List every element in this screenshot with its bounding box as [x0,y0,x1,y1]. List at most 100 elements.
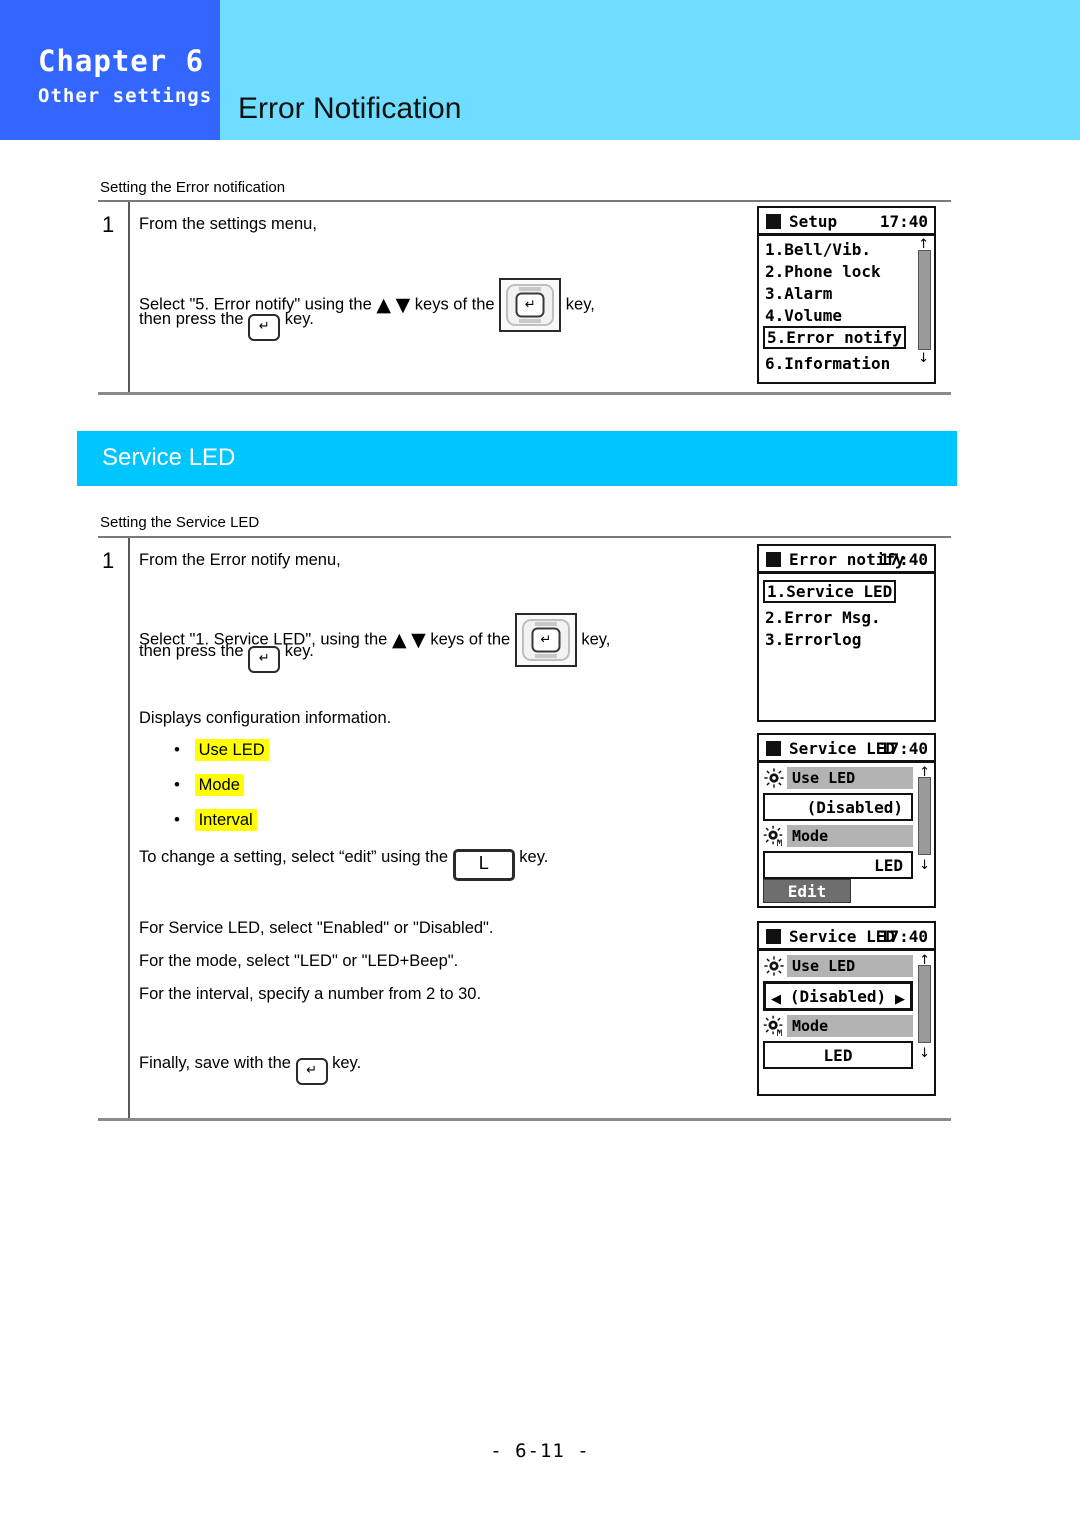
enter-key-icon: ↵ [248,314,281,341]
section2-line3: then press the ↵ key. [139,640,314,673]
chapter-title: Chapter 6 [38,44,205,78]
section2-line6: For Service LED, select "Enabled" or "Di… [139,919,494,937]
lcd-service-led-view-row0-label: Use LED [787,767,913,789]
lcd-status-square-icon [766,552,781,567]
section1-line3: then press the ↵ key. [139,308,314,341]
bullet-dot-icon: • [174,810,180,829]
svg-text:M: M [777,1028,783,1037]
section2-bottom-rule [98,1118,951,1121]
lcd-error-notify-item-2[interactable]: 3.Errorlog [765,630,861,649]
lcd-service-led-view-clock: 17:40 [879,739,928,758]
lcd-setup-scroll-down-icon[interactable]: ↓ [918,352,929,365]
lcd-setup-item-1[interactable]: 2.Phone lock [765,262,881,281]
lcd-service-led-edit-row1-value[interactable]: LED [763,1041,913,1069]
arrow-up-icon: ▲ [391,629,407,652]
nav-key-center-enter-icon: ↵ [531,627,561,653]
section2-line9-text-a: Finally, save with the [139,1054,291,1072]
section1-top-rule [98,200,951,202]
enter-key-icon: ↵ [295,1058,328,1085]
navigation-key-icon: ↵ [499,278,562,332]
lcd-setup-scrollbar[interactable] [918,250,931,350]
led-sun-mode-icon: M [763,1015,783,1037]
bullet-label: Interval [194,809,257,831]
lcd-error-notify-clock: 17:40 [879,550,928,569]
section2-line2-text-b: keys of the [430,630,511,649]
lcd-service-led-view-row1-label: Mode [787,825,913,847]
lcd-error-notify-titlebar: Error notify 17:40 [759,546,934,574]
arrow-up-icon: ▲ [376,294,391,317]
lcd-service-led-edit-titlebar: Service LED 17:40 [759,923,934,951]
section2-step-divider [128,538,130,1118]
page-title: Error Notification [238,92,462,125]
lcd-service-led-edit-scroll-down-icon[interactable]: ↓ [919,1047,930,1060]
lcd-error-notify-item-1[interactable]: 2.Error Msg. [765,608,881,627]
lcd-service-led-view-row1-value[interactable]: LED [763,851,913,879]
section1-step-divider [128,202,130,392]
lcd-error-notify-item-0-selected[interactable]: 1.Service LED [763,580,897,603]
lcd-setup-item-5[interactable]: 6.Information [765,354,890,373]
lcd-setup-title: Setup [789,212,838,231]
section2-caption: Setting the Service LED [100,514,260,531]
section1-line3-text-b: key. [284,310,314,328]
lcd-service-led-view-titlebar: Service LED 17:40 [759,735,934,763]
navigation-key-icon: ↵ [514,613,577,667]
lcd-service-led-edit-row1-label: Mode [787,1015,913,1037]
section2-line8: For the interval, specify a number from … [139,985,482,1003]
bullet-item-use-led: • Use LED [174,739,269,761]
lcd-status-square-icon [766,929,781,944]
led-sun-mode-icon: M [763,825,783,847]
nav-key-pad-top [534,622,557,626]
section2-line5-text-a: To change a setting, select “edit” using… [139,848,449,866]
section1-bottom-rule [98,392,951,395]
section1-line3-text-a: then press the [139,310,244,328]
section2-line2-text-c: key, [581,630,611,649]
section1-caption: Setting the Error notification [100,179,286,196]
section2-line4: Displays configuration information. [139,709,392,727]
lcd-service-led-edit-row0-label: Use LED [787,955,913,977]
service-led-banner: Service LED [77,431,957,486]
chapter-block: Chapter 6 Other settings [0,0,220,140]
lcd-screen-setup: Setup 17:40 1.Bell/Vib. 2.Phone lock 3.A… [757,206,936,384]
lcd-service-led-edit-row0-value[interactable]: ◀ (Disabled) ▶ [763,981,913,1011]
led-sun-icon [764,768,784,788]
page-header: Chapter 6 Other settings Error Notificat… [0,0,1080,140]
page-footer: - 6-11 - [490,1440,590,1462]
section2-line9: Finally, save with the ↵ key. [139,1052,361,1085]
arrow-down-icon: ▼ [411,629,426,652]
lcd-service-led-edit-scrollbar[interactable] [918,965,931,1043]
section2-line3-text-a: then press the [139,642,244,660]
arrow-down-icon: ▼ [395,294,411,317]
lcd-setup-item-4-selected[interactable]: 5.Error notify [763,326,906,349]
section2-line5: To change a setting, select “edit” using… [139,846,548,881]
section2-line5-text-b: key. [519,848,549,866]
value-right-arrow-icon[interactable]: ▶ [895,993,905,1006]
bullet-label: Use LED [194,739,269,761]
section1-line2-text-c: key, [565,295,595,314]
bullet-item-mode: • Mode [174,774,244,796]
bullet-dot-icon: • [174,740,180,759]
section2-line3-text-b: key. [284,642,314,660]
section2-line9-text-b: key. [332,1054,362,1072]
lcd-setup-clock: 17:40 [879,212,928,231]
lcd-setup-item-0[interactable]: 1.Bell/Vib. [765,240,871,259]
lcd-service-led-view-scroll-down-icon[interactable]: ↓ [919,859,930,872]
lcd-setup-item-3[interactable]: 4.Volume [765,306,842,325]
lcd-status-square-icon [766,214,781,229]
section2-top-rule [98,536,951,538]
nav-key-pad-bottom [534,654,557,658]
lcd-service-led-edit-row0-value-text: (Disabled) [789,987,887,1006]
led-sun-icon [764,956,784,976]
soft-key-l-icon: L [452,849,515,881]
lcd-setup-titlebar: Setup 17:40 [759,208,934,236]
lcd-setup-item-2[interactable]: 3.Alarm [765,284,832,303]
section1-step-number: 1 [102,212,115,237]
lcd-service-led-view-row0-value[interactable]: (Disabled) [763,793,913,821]
lcd-service-led-view-edit-softkey[interactable]: Edit [763,879,851,903]
section2-line7: For the mode, select "LED" or "LED+Beep"… [139,952,459,970]
section1-line1: From the settings menu, [139,215,317,233]
lcd-service-led-view-scrollbar[interactable] [918,777,931,855]
value-left-arrow-icon[interactable]: ◀ [771,993,781,1006]
lcd-screen-service-led-view: Service LED 17:40 Use LED (Disabled) M M… [757,733,936,908]
section2-line1: From the Error notify menu, [139,551,341,569]
nav-key-pad-top [519,287,542,291]
